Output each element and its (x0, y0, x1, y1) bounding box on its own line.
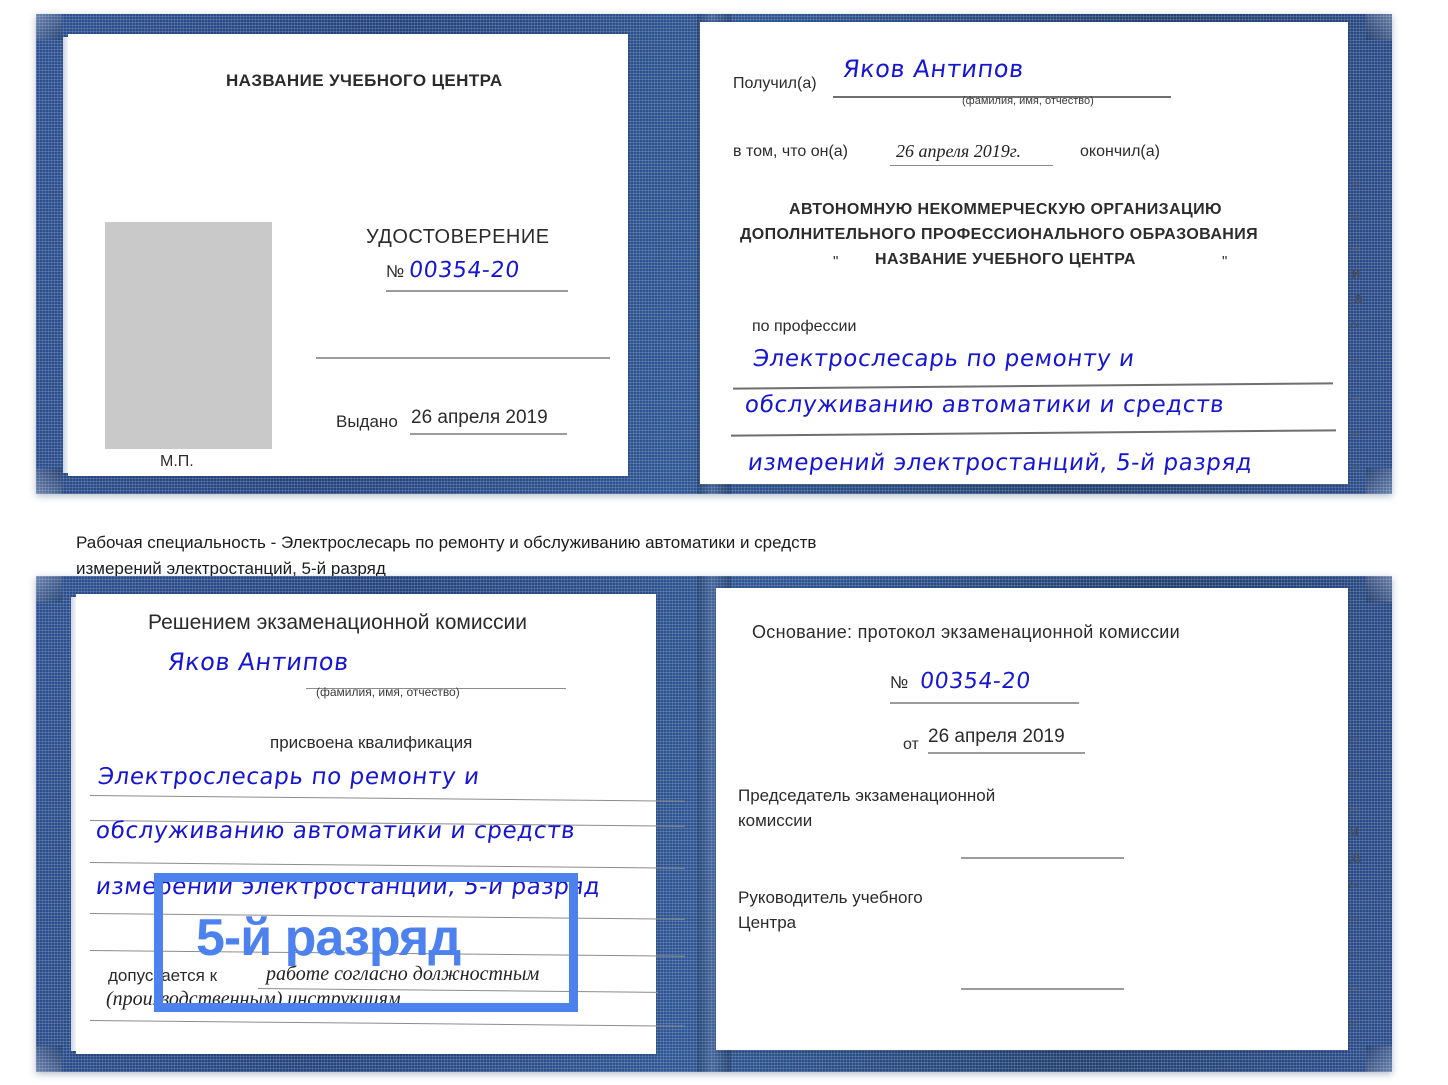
fio-hint: (фамилия, имя, отчество) (962, 95, 1094, 107)
org-quote-open: " (833, 253, 839, 270)
number-underline (386, 290, 568, 292)
head-line-2: Центра (738, 913, 797, 932)
basis-label: Основание: протокол экзаменационной коми… (752, 622, 1180, 642)
edge-fragment: – (1352, 208, 1361, 225)
caption-line-1: Рабочая специальность - Электрослесарь п… (76, 533, 817, 552)
fio-hint: (фамилия, имя, отчество) (316, 685, 460, 699)
cover-corner-fold (1366, 1046, 1392, 1072)
allowed-value-line-2: (производственным) инструкциям (106, 988, 401, 1010)
stamp-place-label: М.П. (160, 453, 194, 470)
course-date-value: 26 апреля 2019г. (896, 141, 1022, 161)
received-label: Получил(а) (733, 75, 817, 92)
chairman-line-2: комиссии (738, 811, 813, 830)
issued-label: Выдано (336, 412, 398, 431)
org-line-1: АВТОНОМНУЮ НЕКОММЕРЧЕСКУЮ ОРГАНИЗАЦИЮ (789, 201, 1222, 218)
course-date-underline (890, 165, 1053, 166)
caption-block: Рабочая специальность - Электрослесарь п… (76, 530, 1126, 582)
edge-fragment: – (1352, 175, 1361, 192)
org-quote-close: " (1222, 253, 1228, 270)
qualification-line-3: измерений электростанций, 5-й разряд (94, 874, 603, 900)
edge-fragment: ‹- (1350, 316, 1360, 333)
profession-line-2: обслуживанию автоматики и средств (743, 392, 1226, 418)
cover-corner-fold (36, 1046, 62, 1072)
edge-fragment: – (1352, 352, 1361, 369)
chairman-signature-line (961, 857, 1124, 859)
edge-fragment: и (1352, 265, 1361, 282)
allowed-label: допускается к (108, 966, 218, 985)
qualification-label: присвоена квалификация (270, 733, 473, 752)
edge-fragment: – (1352, 240, 1361, 257)
qualification-line-1: Электрослесарь по ремонту и (96, 764, 482, 790)
protocol-number-underline (890, 702, 1079, 704)
received-name-value: Яков Антипов (841, 55, 1026, 83)
cover-corner-fold (36, 468, 62, 494)
edge-fragment: – (1350, 800, 1359, 817)
profession-line-3: измерений электростанций, 5-й разряд (746, 450, 1255, 476)
document-title: УДОСТОВЕРЕНИЕ (366, 226, 550, 248)
cover-corner-fold (1366, 468, 1392, 494)
protocol-number-value: 00354-20 (918, 669, 1033, 694)
edge-fragment: – (1350, 730, 1359, 747)
issued-date-value: 26 апреля 2019 (411, 407, 548, 428)
cover-corner-fold (36, 14, 62, 40)
highlight-label: 5-й разряд (196, 909, 461, 967)
edge-fragment: – (1352, 425, 1361, 442)
edge-fragment: – (1350, 910, 1359, 927)
edge-fragment: ‹- (1348, 876, 1358, 893)
head-signature-line (961, 988, 1124, 990)
in-that-label: в том, что он(а) (733, 143, 848, 160)
chairman-line-1: Председатель экзаменационной (738, 786, 996, 805)
edge-fragment: и (1350, 823, 1359, 840)
cover-corner-fold (36, 576, 62, 602)
student-name-value: Яков Антипов (166, 648, 351, 676)
edge-fragment: – (1350, 765, 1359, 782)
photo-placeholder (105, 222, 272, 449)
from-date-underline (928, 752, 1085, 754)
cover-corner-fold (1366, 576, 1392, 602)
edge-fragment: ,а (1348, 849, 1361, 866)
qualification-line-2: обслуживанию автоматики и средств (94, 818, 577, 844)
edge-fragment: ,а (1350, 290, 1363, 307)
profession-label: по профессии (752, 318, 857, 335)
blank-rule (316, 357, 610, 359)
head-line-1: Руководитель учебного (738, 888, 923, 907)
from-date-value: 26 апреля 2019 (928, 726, 1065, 747)
finished-label: окончил(а) (1080, 143, 1160, 160)
edge-fragment: – (1352, 458, 1361, 475)
profession-line-1: Электрослесарь по ремонту и (751, 346, 1137, 372)
certificate-scan-canvas: НАЗВАНИЕ УЧЕБНОГО ЦЕНТРА УДОСТОВЕРЕНИЕ №… (0, 0, 1448, 1085)
issued-underline (410, 433, 567, 435)
training-center-header: НАЗВАНИЕ УЧЕБНОГО ЦЕНТРА (226, 71, 503, 90)
edge-fragment: – (1352, 390, 1361, 407)
protocol-number-symbol: № (890, 673, 909, 692)
cover-corner-fold (1366, 14, 1392, 40)
from-label: от (903, 736, 919, 753)
commission-decision-header: Решением экзаменационной комиссии (148, 611, 528, 634)
number-symbol: № (386, 262, 405, 281)
certificate-number-value: 00354-20 (407, 258, 522, 283)
edge-fragment: – (1350, 945, 1359, 962)
org-line-2: ДОПОЛНИТЕЛЬНОГО ПРОФЕССИОНАЛЬНОГО ОБРАЗО… (740, 226, 1259, 243)
org-line-3: НАЗВАНИЕ УЧЕБНОГО ЦЕНТРА (875, 251, 1136, 268)
edge-fragment: – (1350, 980, 1359, 997)
edge-fragment: – (1350, 1015, 1359, 1032)
